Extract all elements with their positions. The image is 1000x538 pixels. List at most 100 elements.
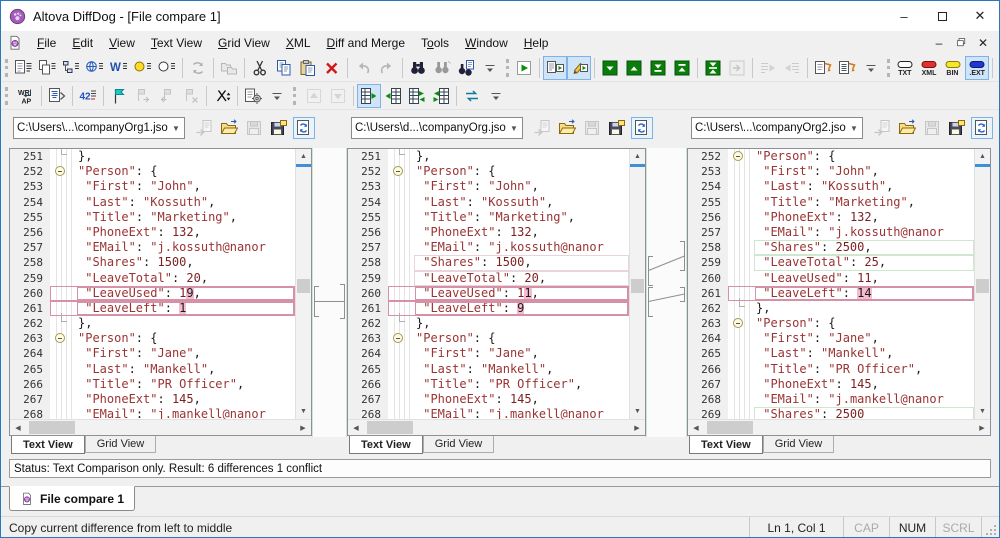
tab-grid-view[interactable]: Grid View (423, 436, 494, 453)
start-comparison-button[interactable] (512, 56, 536, 80)
copy-button[interactable] (272, 56, 296, 80)
scroll-down-icon[interactable]: ▼ (296, 404, 311, 419)
fold-collapse-icon[interactable] (733, 151, 743, 161)
scroll-track[interactable] (630, 167, 645, 404)
scroll-right-icon[interactable]: ▶ (629, 420, 645, 435)
menu-diff-and-merge[interactable]: Diff and Merge (319, 36, 414, 50)
fold-collapse-icon[interactable] (733, 318, 743, 328)
word-wrap-button[interactable]: WRAP (14, 84, 38, 108)
compare-files-grid-button[interactable] (35, 56, 59, 80)
scroll-left-icon[interactable]: ◀ (688, 420, 704, 435)
compare-files-button[interactable] (11, 56, 35, 80)
mode-ext-button[interactable]: .EXT (965, 56, 989, 80)
insert-bookmark-button[interactable] (107, 84, 131, 108)
mdi-close-button[interactable]: ✕ (972, 34, 994, 52)
menu-text-view[interactable]: Text View (143, 36, 210, 50)
tab-text-view[interactable]: Text View (689, 436, 763, 454)
scroll-right-icon[interactable]: ▶ (295, 420, 311, 435)
vertical-scrollbar[interactable]: ▲▼ (295, 149, 311, 419)
maximize-button[interactable] (923, 1, 961, 31)
pretty-print-button[interactable] (45, 84, 69, 108)
toolbar-overflow-button[interactable] (484, 84, 508, 108)
code-editor[interactable]: 252"Person": {253 "First": "John",254 "L… (688, 149, 974, 419)
cut-button[interactable] (248, 56, 272, 80)
paste-button[interactable] (296, 56, 320, 80)
scroll-down-icon[interactable]: ▼ (975, 404, 990, 419)
fold-collapse-icon[interactable] (55, 166, 65, 176)
vertical-scrollbar[interactable]: ▲▼ (974, 149, 990, 419)
tab-grid-view[interactable]: Grid View (763, 436, 834, 453)
tab-grid-view[interactable]: Grid View (85, 436, 156, 453)
scroll-thumb[interactable] (976, 279, 989, 293)
previous-difference-button[interactable] (622, 56, 646, 80)
reload-file-button[interactable] (971, 117, 993, 139)
scroll-track[interactable] (704, 420, 974, 435)
toolbar-grip[interactable] (293, 87, 299, 105)
scroll-left-icon[interactable]: ◀ (348, 420, 364, 435)
horizontal-scrollbar[interactable]: ◀▶ (688, 419, 990, 435)
compare-word-button[interactable]: W (107, 56, 131, 80)
show-left-differences-button[interactable] (357, 84, 381, 108)
delete-button[interactable] (320, 56, 344, 80)
scroll-track[interactable] (975, 167, 990, 404)
open-file-button[interactable] (218, 117, 240, 139)
scroll-left-icon[interactable]: ◀ (10, 420, 26, 435)
toolbar-grip[interactable] (5, 87, 11, 105)
toolbar-overflow-button[interactable] (478, 56, 502, 80)
show-both-differences-button[interactable] (405, 84, 429, 108)
fold-collapse-icon[interactable] (393, 333, 403, 343)
menu-file[interactable]: File (29, 36, 64, 50)
swap-panes-button[interactable] (460, 84, 484, 108)
replace-button[interactable] (454, 56, 478, 80)
case-sensitivity-button[interactable] (210, 84, 234, 108)
menu-xml[interactable]: XML (278, 36, 319, 50)
tab-text-view[interactable]: Text View (349, 436, 423, 454)
show-no-differences-button[interactable] (429, 84, 453, 108)
comparison-document-options-button[interactable] (835, 56, 859, 80)
horizontal-scrollbar[interactable]: ◀▶ (348, 419, 645, 435)
code-editor[interactable]: 251},252"Person": {253 "First": "John",2… (348, 149, 629, 419)
comparison-options-button[interactable] (811, 56, 835, 80)
menu-view[interactable]: View (101, 36, 143, 50)
menu-edit[interactable]: Edit (64, 36, 101, 50)
editing-enabled-button[interactable] (567, 56, 591, 80)
show-differences-button[interactable] (543, 56, 567, 80)
compare-directories-button[interactable] (59, 56, 83, 80)
save-file-as-button[interactable] (606, 117, 628, 139)
tab-text-view[interactable]: Text View (11, 436, 85, 454)
scroll-thumb[interactable] (29, 421, 75, 434)
mode-txt-button[interactable]: TXT (893, 56, 917, 80)
scroll-thumb[interactable] (367, 421, 413, 434)
scroll-thumb[interactable] (631, 279, 644, 293)
menu-grid-view[interactable]: Grid View (210, 36, 278, 50)
scroll-down-icon[interactable]: ▼ (630, 404, 645, 419)
document-tab-file-compare-1[interactable]: File compare 1 (9, 486, 135, 511)
show-right-differences-button[interactable] (381, 84, 405, 108)
line-numbers-button[interactable]: 42 (76, 84, 100, 108)
display-all-differences-button[interactable] (701, 56, 725, 80)
text-view-settings-button[interactable] (241, 84, 265, 108)
scroll-track[interactable] (26, 420, 295, 435)
mdi-restore-button[interactable] (950, 34, 972, 52)
vertical-scrollbar[interactable]: ▲▼ (629, 149, 645, 419)
scroll-thumb[interactable] (297, 279, 310, 293)
compare-db-schemas-button[interactable] (155, 56, 179, 80)
compare-xml-button[interactable] (83, 56, 107, 80)
scroll-up-icon[interactable]: ▲ (630, 149, 645, 164)
scroll-track[interactable] (296, 167, 311, 404)
file-path-combobox[interactable]: C:\Users\...\companyOrg1.json▼ (13, 117, 185, 139)
toolbar-overflow-button[interactable] (265, 84, 289, 108)
file-path-combobox[interactable]: C:\Users\d...\companyOrg.json▼ (351, 117, 523, 139)
toolbar-grip[interactable] (5, 59, 8, 77)
code-editor[interactable]: 251},252"Person": {253 "First": "John",2… (10, 149, 295, 419)
save-file-as-button[interactable] (946, 117, 968, 139)
fold-collapse-icon[interactable] (393, 166, 403, 176)
open-file-button[interactable] (556, 117, 578, 139)
toolbar-grip[interactable] (887, 59, 890, 77)
horizontal-scrollbar[interactable]: ◀▶ (10, 419, 311, 435)
toolbar-overflow-button[interactable] (859, 56, 883, 80)
mdi-minimize-button[interactable]: – (928, 34, 950, 52)
file-path-combobox[interactable]: C:\Users\...\companyOrg2.json▼ (691, 117, 863, 139)
menu-window[interactable]: Window (457, 36, 516, 50)
find-button[interactable] (406, 56, 430, 80)
